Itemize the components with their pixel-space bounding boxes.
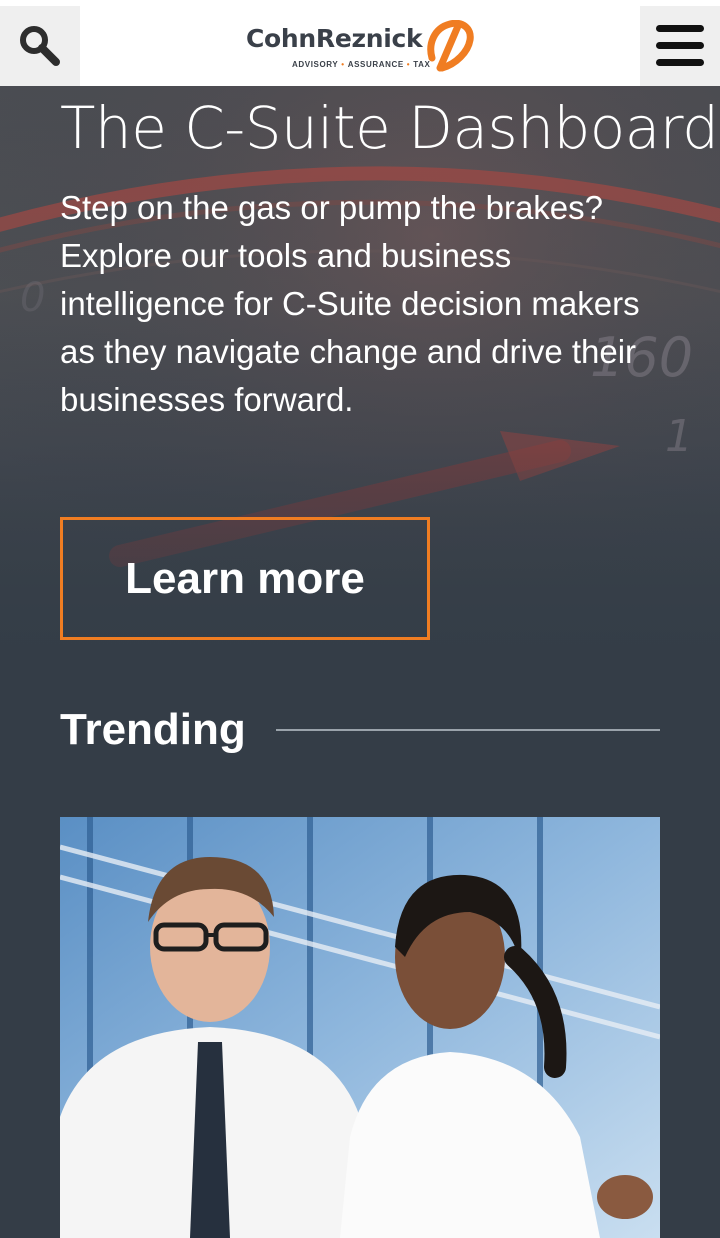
hamburger-menu-icon: [656, 25, 704, 66]
hero-description: Step on the gas or pump the brakes? Expl…: [60, 189, 640, 418]
cohnreznick-logo[interactable]: CohnReznick ADVISORY • ASSURANCE • TAX: [246, 20, 476, 74]
logo-mark-icon: [427, 20, 474, 72]
trending-divider: [275, 729, 660, 731]
menu-button[interactable]: [640, 6, 720, 86]
trending-header: Trending: [60, 700, 660, 760]
logo-tagline: ADVISORY • ASSURANCE • TAX: [292, 60, 431, 69]
trending-title: Trending: [60, 705, 246, 754]
business-people-photo: [60, 817, 660, 1238]
logo-wordmark: CohnReznick: [246, 24, 423, 53]
search-icon: [20, 26, 60, 66]
site-header: CohnReznick ADVISORY • ASSURANCE • TAX: [0, 0, 720, 86]
search-button[interactable]: [0, 6, 80, 86]
hero-content: The C-Suite Dashboard Step on the gas or…: [60, 86, 719, 424]
hero-title: The C-Suite Dashboard: [60, 94, 719, 162]
learn-more-button[interactable]: Learn more: [60, 517, 430, 640]
trending-article-image[interactable]: [60, 817, 660, 1238]
hero-section: 160 1 0 The C-Suite Dashboard Step on th…: [0, 86, 720, 686]
